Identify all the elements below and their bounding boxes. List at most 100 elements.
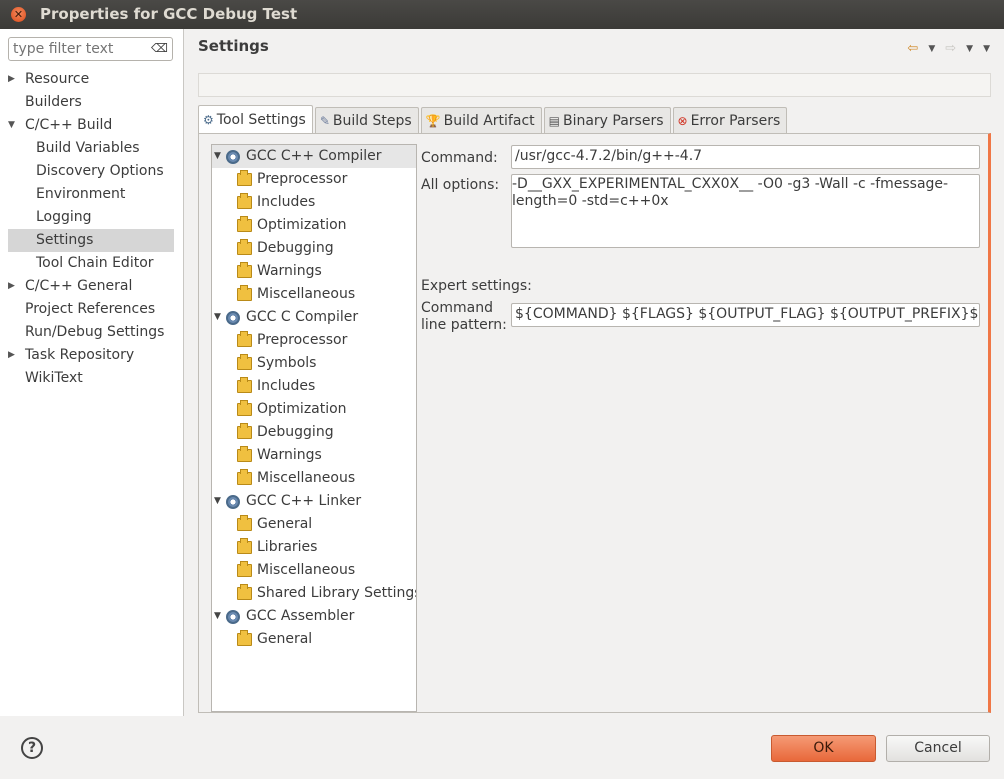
- filter-input[interactable]: [9, 38, 149, 60]
- tool-tree-label: Includes: [257, 194, 316, 210]
- expand-arrow-icon[interactable]: ▶: [8, 344, 15, 367]
- tab-build-artifact[interactable]: 🏆 Build Artifact: [420, 107, 542, 133]
- tab-label: Build Artifact: [443, 112, 535, 129]
- back-dropdown-icon[interactable]: ▼: [928, 41, 935, 56]
- page-navigation: ⇦ ▼ ⇨ ▼ ▼: [907, 41, 990, 56]
- tool-tree-option[interactable]: Preprocessor: [212, 168, 416, 191]
- tool-tree-option[interactable]: Optimization: [212, 398, 416, 421]
- cancel-button[interactable]: Cancel: [886, 735, 990, 762]
- tool-tree-option[interactable]: Optimization: [212, 214, 416, 237]
- option-folder-icon: [237, 193, 252, 209]
- tool-tree-option[interactable]: Symbols: [212, 352, 416, 375]
- tool-tree-option[interactable]: Warnings: [212, 444, 416, 467]
- tool-tree-option[interactable]: Libraries: [212, 536, 416, 559]
- nav-item-c-c-build[interactable]: ▼ C/C++ Build: [0, 114, 184, 137]
- tab-build-steps[interactable]: ✎ Build Steps: [314, 107, 419, 133]
- tool-tree-label: Libraries: [257, 539, 318, 555]
- option-folder-icon: [237, 400, 252, 416]
- nav-item-project-references[interactable]: Project References: [0, 298, 184, 321]
- tool-tree-label: Preprocessor: [257, 332, 348, 348]
- dialog-button-bar: ? OK Cancel: [0, 716, 1004, 779]
- tool-tree-option[interactable]: Warnings: [212, 260, 416, 283]
- tool-tree-label: Symbols: [257, 355, 317, 371]
- nav-item-tool-chain-editor[interactable]: Tool Chain Editor: [0, 252, 184, 275]
- nav-item-build-variables[interactable]: Build Variables: [0, 137, 184, 160]
- tool-tree: ▼ GCC C++ Compiler Preprocessor Includes Opt…: [211, 144, 417, 712]
- clear-filter-icon[interactable]: ⌫: [151, 41, 168, 55]
- nav-item-task-repository[interactable]: ▶ Task Repository: [0, 344, 184, 367]
- tool-tree-tool[interactable]: ▼ GCC C++ Linker: [212, 490, 416, 513]
- nav-item-logging[interactable]: Logging: [0, 206, 184, 229]
- tool-gear-icon: [226, 495, 240, 509]
- tool-tree-label: GCC C++ Linker: [246, 493, 362, 509]
- command-line-pattern-input[interactable]: ${COMMAND} ${FLAGS} ${OUTPUT_FLAG} ${OUT…: [511, 303, 980, 327]
- tool-tree-label: Optimization: [257, 401, 347, 417]
- forward-dropdown-icon[interactable]: ▼: [966, 41, 973, 56]
- tab-tool-settings[interactable]: ⚙ Tool Settings: [198, 105, 313, 133]
- tool-tree-option[interactable]: Includes: [212, 375, 416, 398]
- nav-item-label: C/C++ General: [25, 278, 133, 294]
- all-options-textarea[interactable]: -D__GXX_EXPERIMENTAL_CXX0X__ -O0 -g3 -Wa…: [511, 174, 980, 248]
- expand-arrow-icon[interactable]: ▶: [8, 68, 15, 91]
- nav-item-label: Builders: [25, 94, 82, 110]
- expand-arrow-icon[interactable]: ▶: [8, 275, 15, 298]
- nav-item-label: Resource: [25, 71, 90, 87]
- nav-item-label: Logging: [36, 209, 92, 225]
- option-folder-icon: [237, 262, 252, 278]
- collapse-arrow-icon[interactable]: ▼: [214, 490, 221, 513]
- nav-item-run-debug-settings[interactable]: Run/Debug Settings: [0, 321, 184, 344]
- page-title: Settings: [198, 37, 269, 55]
- collapse-arrow-icon[interactable]: ▼: [214, 605, 221, 628]
- view-menu-icon[interactable]: ▼: [983, 41, 990, 56]
- option-folder-icon: [237, 377, 252, 393]
- option-folder-icon: [237, 285, 252, 301]
- command-input[interactable]: /usr/gcc-4.7.2/bin/g++-4.7: [511, 145, 980, 169]
- nav-item-label: Task Repository: [25, 347, 135, 363]
- nav-item-discovery-options[interactable]: Discovery Options: [0, 160, 184, 183]
- collapse-arrow-icon[interactable]: ▼: [214, 145, 221, 168]
- nav-item-resource[interactable]: ▶ Resource: [0, 68, 184, 91]
- close-window-button[interactable]: ✕: [11, 7, 26, 22]
- tool-tree-option[interactable]: Miscellaneous: [212, 283, 416, 306]
- tool-tree-option[interactable]: General: [212, 628, 416, 651]
- nav-item-c-c-general[interactable]: ▶ C/C++ General: [0, 275, 184, 298]
- tool-tree-label: Shared Library Settings: [257, 585, 417, 601]
- nav-item-label: Discovery Options: [36, 163, 164, 179]
- tool-tree-label: GCC C Compiler: [246, 309, 359, 325]
- tool-tree-option[interactable]: Debugging: [212, 421, 416, 444]
- tool-tree-tool[interactable]: ▼ GCC C++ Compiler: [212, 145, 416, 168]
- tool-tree-label: Warnings: [257, 263, 322, 279]
- tool-tree-label: Debugging: [257, 240, 334, 256]
- properties-navigation-pane: ⌫ ▶ Resource Builders ▼ C/C++ Build Build Var…: [0, 29, 184, 716]
- tool-tree-option[interactable]: Includes: [212, 191, 416, 214]
- ok-button[interactable]: OK: [771, 735, 876, 762]
- collapse-arrow-icon[interactable]: ▼: [8, 114, 15, 137]
- tool-tree-option[interactable]: Miscellaneous: [212, 467, 416, 490]
- tool-tree-option[interactable]: Miscellaneous: [212, 559, 416, 582]
- tool-tree-option[interactable]: General: [212, 513, 416, 536]
- tab-binary-parsers[interactable]: ▤ Binary Parsers: [543, 107, 671, 133]
- tool-gear-icon: [226, 311, 240, 325]
- command-label: Command:: [421, 150, 498, 166]
- command-line-pattern-label-1: Command: [421, 300, 493, 316]
- nav-item-environment[interactable]: Environment: [0, 183, 184, 206]
- nav-item-settings[interactable]: Settings: [8, 229, 174, 252]
- forward-arrow-icon[interactable]: ⇨: [945, 41, 956, 56]
- tool-tree-option[interactable]: Shared Library Settings: [212, 582, 416, 605]
- nav-item-builders[interactable]: Builders: [0, 91, 184, 114]
- tool-tree-tool[interactable]: ▼ GCC C Compiler: [212, 306, 416, 329]
- collapse-arrow-icon[interactable]: ▼: [214, 306, 221, 329]
- build-steps-icon: ✎: [319, 113, 330, 128]
- nav-item-label: C/C++ Build: [25, 117, 113, 133]
- all-options-label: All options:: [421, 177, 500, 193]
- tool-tree-option[interactable]: Preprocessor: [212, 329, 416, 352]
- help-icon[interactable]: ?: [21, 737, 43, 759]
- option-folder-icon: [237, 354, 252, 370]
- tab-error-parsers[interactable]: ⊗ Error Parsers: [672, 107, 788, 133]
- nav-item-wikitext[interactable]: WikiText: [0, 367, 184, 390]
- tool-tree-label: GCC Assembler: [246, 608, 355, 624]
- back-arrow-icon[interactable]: ⇦: [907, 41, 918, 56]
- tool-tree-tool[interactable]: ▼ GCC Assembler: [212, 605, 416, 628]
- tool-tree-label: Miscellaneous: [257, 562, 356, 578]
- tool-tree-option[interactable]: Debugging: [212, 237, 416, 260]
